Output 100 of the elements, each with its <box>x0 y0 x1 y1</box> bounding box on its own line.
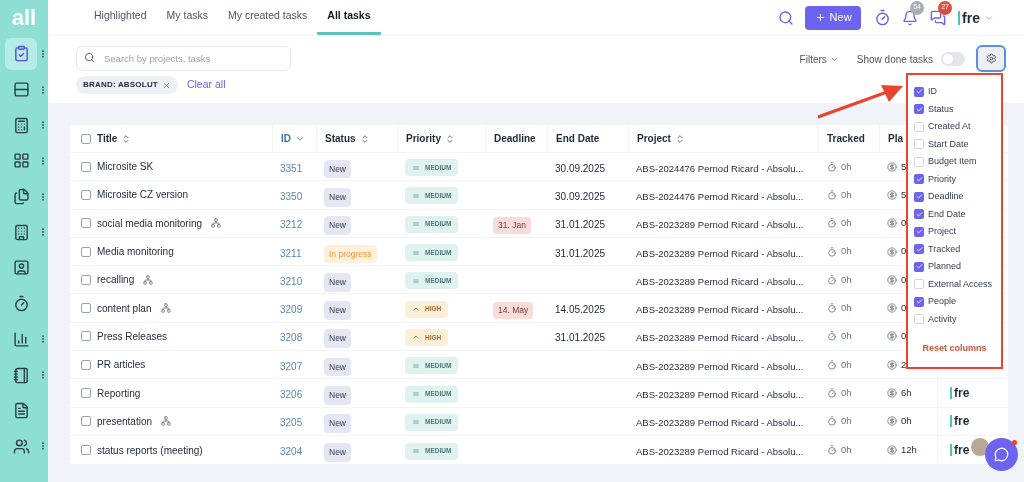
status-badge[interactable]: New <box>324 159 351 179</box>
status-badge[interactable]: New <box>324 272 351 292</box>
column-option[interactable]: ID <box>914 83 995 101</box>
column-header[interactable]: Deadline <box>494 131 536 146</box>
sort-icon[interactable] <box>121 133 132 144</box>
project-name[interactable]: ABS-2024476 Pernod Ricard - Absolu... <box>636 190 804 202</box>
checkbox[interactable] <box>81 133 91 144</box>
checkbox[interactable] <box>914 244 924 255</box>
sort-icon[interactable] <box>674 133 685 144</box>
project-name[interactable]: ABS-2023289 Pernod Ricard - Absolu... <box>636 304 804 316</box>
bell-icon[interactable] <box>902 9 919 26</box>
account-logo[interactable]: fre <box>958 10 980 25</box>
status-badge[interactable]: New <box>324 357 351 377</box>
tab[interactable]: My tasks <box>156 0 218 35</box>
tab[interactable]: Highlighted <box>84 0 157 35</box>
checkbox[interactable] <box>914 226 924 237</box>
task-title[interactable]: Microsite SK <box>97 159 154 175</box>
search-field[interactable]: Search by projects, tasks <box>76 46 291 71</box>
close-icon[interactable] <box>161 80 171 90</box>
status-badge[interactable]: New <box>324 386 351 405</box>
toggle-switch[interactable] <box>941 52 965 66</box>
status-badge[interactable]: New <box>324 414 351 434</box>
task-title[interactable]: social media monitoring <box>97 215 203 231</box>
status-badge[interactable]: New <box>324 443 351 462</box>
column-option[interactable]: End Date <box>914 205 995 223</box>
project-name[interactable]: ABS-2023289 Pernod Ricard - Absolu... <box>636 219 804 231</box>
status-badge[interactable]: New <box>324 329 351 349</box>
column-header[interactable]: Status <box>325 131 356 146</box>
task-id[interactable]: 3350 <box>280 190 303 202</box>
project-name[interactable]: ABS-2023289 Pernod Ricard - Absolu... <box>636 389 804 400</box>
checkbox[interactable] <box>81 359 91 370</box>
checkbox[interactable] <box>914 156 924 167</box>
task-id[interactable]: 3206 <box>280 389 303 400</box>
column-option[interactable]: Planned <box>914 258 995 276</box>
project-name[interactable]: ABS-2023289 Pernod Ricard - Absolu... <box>636 360 804 372</box>
project-name[interactable]: ABS-2023289 Pernod Ricard - Absolu... <box>636 446 804 458</box>
task-id[interactable]: 3212 <box>280 219 303 231</box>
checkbox[interactable] <box>914 121 924 132</box>
column-header[interactable]: End Date <box>556 131 600 146</box>
task-title[interactable]: Media monitoring <box>97 244 174 260</box>
column-option[interactable]: Priority <box>914 170 995 188</box>
checkbox[interactable] <box>914 314 924 325</box>
column-header[interactable]: Title <box>97 131 118 146</box>
project-name[interactable]: ABS-2023289 Pernod Ricard - Absolu... <box>636 332 804 344</box>
checkbox[interactable] <box>914 86 924 97</box>
search-icon[interactable] <box>778 9 795 26</box>
task-title[interactable]: content plan <box>97 300 152 316</box>
checkbox[interactable] <box>914 296 924 307</box>
task-id[interactable]: 3351 <box>280 162 303 174</box>
task-id[interactable]: 3211 <box>280 247 302 259</box>
checkbox[interactable] <box>81 303 91 314</box>
checkbox[interactable] <box>914 279 924 290</box>
column-option[interactable]: Status <box>914 100 995 118</box>
task-id[interactable]: 3207 <box>280 360 303 372</box>
checkbox[interactable] <box>914 174 924 185</box>
checkbox[interactable] <box>81 274 91 285</box>
messages-icon[interactable] <box>930 9 947 26</box>
task-id[interactable]: 3204 <box>280 446 303 458</box>
checkbox[interactable] <box>914 104 924 115</box>
task-id[interactable]: 3208 <box>280 332 303 344</box>
checkbox[interactable] <box>81 331 91 342</box>
settings-button[interactable] <box>976 45 1006 72</box>
project-name[interactable]: ABS-2024476 Pernod Ricard - Absolu... <box>636 162 804 174</box>
column-option[interactable]: Tracked <box>914 240 995 258</box>
status-badge[interactable]: New <box>324 301 351 320</box>
checkbox[interactable] <box>914 139 924 150</box>
checkbox[interactable] <box>81 246 91 257</box>
tab[interactable]: My created tasks <box>217 0 318 35</box>
column-option[interactable]: People <box>914 293 995 311</box>
checkbox[interactable] <box>914 209 924 220</box>
project-name[interactable]: ABS-2023289 Pernod Ricard - Absolu... <box>636 275 804 287</box>
stopwatch-icon[interactable] <box>874 9 892 26</box>
status-badge[interactable]: New <box>324 187 351 207</box>
column-header[interactable]: ID <box>281 131 291 146</box>
clear-all-link[interactable]: Clear all <box>186 77 226 93</box>
task-id[interactable]: 3205 <box>280 417 303 429</box>
column-option[interactable]: Start Date <box>914 135 995 153</box>
checkbox[interactable] <box>81 161 91 172</box>
filters-button[interactable]: Filters <box>799 52 839 67</box>
task-title[interactable]: recalling <box>97 272 135 288</box>
column-option[interactable]: Deadline <box>914 188 995 206</box>
task-title[interactable]: status reports (meeting) <box>97 442 203 458</box>
sidebar-item[interactable] <box>5 37 38 70</box>
column-header[interactable]: Pla <box>888 131 903 146</box>
column-header[interactable]: Tracked <box>827 131 865 146</box>
task-id[interactable]: 3209 <box>280 304 303 316</box>
new-button[interactable]: New <box>805 5 862 30</box>
column-option[interactable]: Activity <box>914 310 995 328</box>
chat-launcher[interactable] <box>985 438 1018 471</box>
task-title[interactable]: Press Releases <box>97 328 168 344</box>
checkbox[interactable] <box>81 416 91 427</box>
checkbox[interactable] <box>81 445 91 456</box>
task-title[interactable]: presentation <box>97 413 153 429</box>
column-option[interactable]: Created At <box>914 118 995 136</box>
column-header[interactable]: Project <box>637 131 671 146</box>
checkbox[interactable] <box>914 261 924 272</box>
column-option[interactable]: External Access <box>914 275 995 293</box>
checkbox[interactable] <box>81 218 91 229</box>
task-id[interactable]: 3210 <box>280 275 303 287</box>
task-title[interactable]: Reporting <box>97 385 141 401</box>
